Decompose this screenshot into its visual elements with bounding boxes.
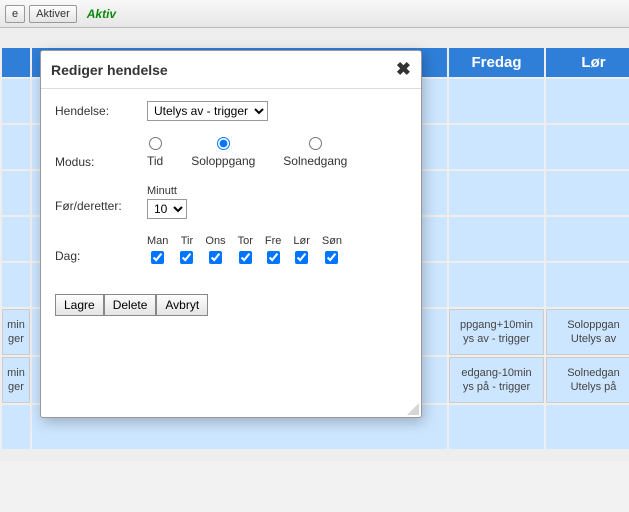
day-label-fre: Fre: [265, 235, 282, 247]
hendelse-select[interactable]: Utelys av - trigger: [147, 101, 268, 121]
day-label-man: Man: [147, 235, 168, 247]
label-minutt: Minutt: [147, 185, 187, 197]
day-label-son: Søn: [322, 235, 342, 247]
modus-label-tid: Tid: [147, 154, 163, 168]
label-modus: Modus:: [55, 137, 147, 169]
day-label-tir: Tir: [181, 235, 193, 247]
day-label-lor: Lør: [293, 235, 310, 247]
modus-label-soloppgang: Soloppgang: [191, 154, 255, 168]
avbryt-button[interactable]: Avbryt: [156, 294, 208, 316]
modus-radio-tid[interactable]: [149, 137, 162, 150]
day-check-tir[interactable]: [180, 251, 193, 264]
minutt-select[interactable]: 10: [147, 199, 187, 219]
lagre-button[interactable]: Lagre: [55, 294, 104, 316]
header-blank1: [2, 48, 30, 77]
resize-grip-icon[interactable]: [405, 401, 419, 415]
cell-lor-b[interactable]: Solnedgan Utelys på: [546, 357, 629, 403]
cell-lor-a[interactable]: Soloppgan Utelys av: [546, 309, 629, 355]
modus-radio-soloppgang[interactable]: [217, 137, 230, 150]
close-icon[interactable]: ✖: [396, 59, 411, 80]
delete-button[interactable]: Delete: [104, 294, 157, 316]
day-check-tor[interactable]: [239, 251, 252, 264]
day-check-man[interactable]: [151, 251, 164, 264]
day-check-ons[interactable]: [209, 251, 222, 264]
day-check-fre[interactable]: [267, 251, 280, 264]
label-dag: Dag:: [55, 235, 147, 263]
day-label-ons: Ons: [205, 235, 225, 247]
edit-event-dialog: Rediger hendelse ✖ Hendelse: Utelys av -…: [40, 50, 422, 418]
day-check-lor[interactable]: [295, 251, 308, 264]
label-hendelse: Hendelse:: [55, 101, 147, 118]
toolbar-btn-left[interactable]: e: [5, 5, 25, 23]
modus-radio-solnedgang[interactable]: [309, 137, 322, 150]
toolbar: e Aktiver Aktiv: [0, 0, 629, 28]
modus-label-solnedgang: Solnedgang: [283, 154, 347, 168]
cell-fri-a[interactable]: ppgang+10min ys av - trigger: [449, 309, 544, 355]
label-for-deretter: Før/deretter:: [55, 185, 147, 213]
toolbar-btn-aktiver[interactable]: Aktiver: [29, 5, 77, 23]
active-status: Aktiv: [87, 7, 116, 21]
day-label-tor: Tor: [238, 235, 253, 247]
cell-left-a[interactable]: min ger: [2, 309, 30, 355]
header-lordag: Lør: [546, 48, 629, 77]
cell-fri-b[interactable]: edgang-10min ys på - trigger: [449, 357, 544, 403]
header-fredag: Fredag: [449, 48, 544, 77]
day-check-son[interactable]: [325, 251, 338, 264]
cell-left-b[interactable]: min ger: [2, 357, 30, 403]
dialog-title: Rediger hendelse: [51, 62, 168, 78]
